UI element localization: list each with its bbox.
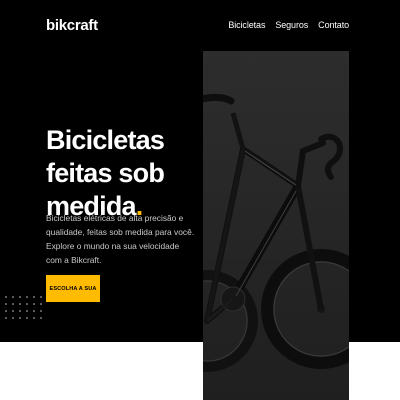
- nav-item-contato[interactable]: Contato: [318, 20, 349, 30]
- bicycle-icon: [203, 93, 349, 372]
- decorative-dots: [5, 296, 43, 320]
- nav-item-bicicletas[interactable]: Bicicletas: [228, 20, 265, 30]
- header: bikcraft Bicicletas Seguros Contato: [0, 0, 400, 52]
- choose-yours-button[interactable]: ESCOLHA A SUA: [46, 275, 100, 302]
- main-nav: Bicicletas Seguros Contato: [228, 20, 349, 30]
- bicycle-photo: [203, 51, 349, 400]
- logo[interactable]: bikcraft: [46, 17, 98, 34]
- hero-title-text: Bicicletas feitas sob medida: [46, 125, 165, 221]
- nav-item-seguros[interactable]: Seguros: [275, 20, 308, 30]
- hero-description: Bicicletas elétricas de alta precisão e …: [46, 213, 195, 265]
- hero-title: Bicicletas feitas sob medida.: [46, 124, 206, 223]
